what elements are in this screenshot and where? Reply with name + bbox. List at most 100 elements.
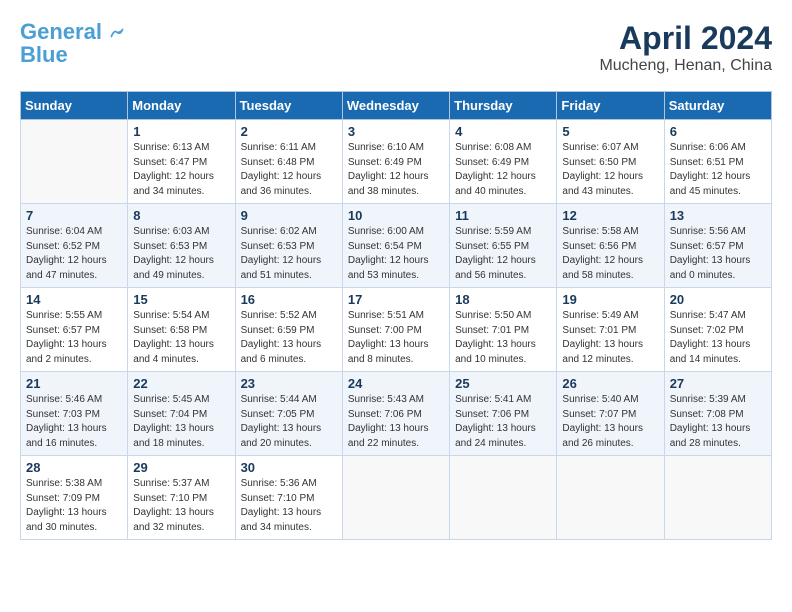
day-info: Sunrise: 6:11 AM Sunset: 6:48 PM Dayligh… — [241, 141, 337, 199]
day-info: Sunrise: 5:37 AM Sunset: 7:10 PM Dayligh… — [133, 477, 229, 535]
day-info: Sunrise: 5:54 AM Sunset: 6:58 PM Dayligh… — [133, 309, 229, 367]
day-number: 21 — [26, 376, 122, 391]
day-info: Sunrise: 6:06 AM Sunset: 6:51 PM Dayligh… — [670, 141, 766, 199]
calendar-cell: 11 Sunrise: 5:59 AM Sunset: 6:55 PM Dayli… — [450, 204, 557, 288]
calendar-cell: 7Sunrise: 6:04 AM Sunset: 6:52 PM Daylig… — [21, 204, 128, 288]
day-info: Sunrise: 5:43 AM Sunset: 7:06 PM Dayligh… — [348, 393, 444, 451]
day-number: 24 — [348, 376, 444, 391]
calendar-cell: 27 Sunrise: 5:39 AM Sunset: 7:08 PM Dayli… — [664, 372, 771, 456]
day-info: Sunrise: 5:46 AM Sunset: 7:03 PM Dayligh… — [26, 393, 122, 451]
calendar-cell: 9Sunrise: 6:02 AM Sunset: 6:53 PM Daylig… — [235, 204, 342, 288]
day-info: Sunrise: 6:08 AM Sunset: 6:49 PM Dayligh… — [455, 141, 551, 199]
day-number: 6 — [670, 124, 766, 139]
calendar-cell: 29 Sunrise: 5:37 AM Sunset: 7:10 PM Dayli… — [128, 456, 235, 540]
day-info: Sunrise: 6:00 AM Sunset: 6:54 PM Dayligh… — [348, 225, 444, 283]
header-friday: Friday — [557, 92, 664, 120]
day-number: 25 — [455, 376, 551, 391]
title-block: April 2024 Mucheng, Henan, China — [599, 20, 772, 75]
day-info: Sunrise: 6:10 AM Sunset: 6:49 PM Dayligh… — [348, 141, 444, 199]
calendar-week-row: 21 Sunrise: 5:46 AM Sunset: 7:03 PM Dayli… — [21, 372, 772, 456]
day-info: Sunrise: 6:02 AM Sunset: 6:53 PM Dayligh… — [241, 225, 337, 283]
calendar-cell: 26 Sunrise: 5:40 AM Sunset: 7:07 PM Dayli… — [557, 372, 664, 456]
day-number: 4 — [455, 124, 551, 139]
day-info: Sunrise: 5:55 AM Sunset: 6:57 PM Dayligh… — [26, 309, 122, 367]
calendar-cell — [664, 456, 771, 540]
day-info: Sunrise: 5:59 AM Sunset: 6:55 PM Dayligh… — [455, 225, 551, 283]
calendar-cell: 25 Sunrise: 5:41 AM Sunset: 7:06 PM Dayli… — [450, 372, 557, 456]
day-number: 17 — [348, 292, 444, 307]
calendar-cell: 19Sunrise: 5:49 AM Sunset: 7:01 PM Dayli… — [557, 288, 664, 372]
calendar-table: SundayMondayTuesdayWednesdayThursdayFrid… — [20, 91, 772, 540]
calendar-cell: 2 Sunrise: 6:11 AM Sunset: 6:48 PM Daylig… — [235, 120, 342, 204]
day-info: Sunrise: 5:41 AM Sunset: 7:06 PM Dayligh… — [455, 393, 551, 451]
day-number: 30 — [241, 460, 337, 475]
calendar-cell: 28Sunrise: 5:38 AM Sunset: 7:09 PM Dayli… — [21, 456, 128, 540]
day-number: 19 — [562, 292, 658, 307]
day-number: 29 — [133, 460, 229, 475]
calendar-cell: 10Sunrise: 6:00 AM Sunset: 6:54 PM Dayli… — [342, 204, 449, 288]
day-info: Sunrise: 5:39 AM Sunset: 7:08 PM Dayligh… — [670, 393, 766, 451]
calendar-cell: 30 Sunrise: 5:36 AM Sunset: 7:10 PM Dayli… — [235, 456, 342, 540]
calendar-cell: 15 Sunrise: 5:54 AM Sunset: 6:58 PM Dayli… — [128, 288, 235, 372]
day-info: Sunrise: 6:04 AM Sunset: 6:52 PM Dayligh… — [26, 225, 122, 283]
location: Mucheng, Henan, China — [599, 57, 772, 75]
day-number: 26 — [562, 376, 658, 391]
day-number: 2 — [241, 124, 337, 139]
calendar-week-row: 1Sunrise: 6:13 AM Sunset: 6:47 PM Daylig… — [21, 120, 772, 204]
day-number: 27 — [670, 376, 766, 391]
day-number: 14 — [26, 292, 122, 307]
page-header: General Blue April 2024 Mucheng, Henan, … — [20, 20, 772, 75]
header-thursday: Thursday — [450, 92, 557, 120]
logo-line2: Blue — [20, 44, 68, 66]
calendar-cell: 17Sunrise: 5:51 AM Sunset: 7:00 PM Dayli… — [342, 288, 449, 372]
day-info: Sunrise: 5:52 AM Sunset: 6:59 PM Dayligh… — [241, 309, 337, 367]
calendar-week-row: 14 Sunrise: 5:55 AM Sunset: 6:57 PM Dayli… — [21, 288, 772, 372]
header-monday: Monday — [128, 92, 235, 120]
day-info: Sunrise: 6:13 AM Sunset: 6:47 PM Dayligh… — [133, 141, 229, 199]
calendar-cell — [342, 456, 449, 540]
day-info: Sunrise: 5:45 AM Sunset: 7:04 PM Dayligh… — [133, 393, 229, 451]
calendar-cell: 3 Sunrise: 6:10 AM Sunset: 6:49 PM Daylig… — [342, 120, 449, 204]
day-number: 23 — [241, 376, 337, 391]
day-number: 20 — [670, 292, 766, 307]
calendar-cell: 6 Sunrise: 6:06 AM Sunset: 6:51 PM Daylig… — [664, 120, 771, 204]
day-info: Sunrise: 5:40 AM Sunset: 7:07 PM Dayligh… — [562, 393, 658, 451]
header-sunday: Sunday — [21, 92, 128, 120]
day-info: Sunrise: 5:58 AM Sunset: 6:56 PM Dayligh… — [562, 225, 658, 283]
calendar-week-row: 28Sunrise: 5:38 AM Sunset: 7:09 PM Dayli… — [21, 456, 772, 540]
day-number: 18 — [455, 292, 551, 307]
day-number: 5 — [562, 124, 658, 139]
day-info: Sunrise: 5:36 AM Sunset: 7:10 PM Dayligh… — [241, 477, 337, 535]
calendar-cell: 5Sunrise: 6:07 AM Sunset: 6:50 PM Daylig… — [557, 120, 664, 204]
calendar-cell: 18 Sunrise: 5:50 AM Sunset: 7:01 PM Dayli… — [450, 288, 557, 372]
day-number: 15 — [133, 292, 229, 307]
day-number: 3 — [348, 124, 444, 139]
calendar-week-row: 7Sunrise: 6:04 AM Sunset: 6:52 PM Daylig… — [21, 204, 772, 288]
calendar-cell: 22 Sunrise: 5:45 AM Sunset: 7:04 PM Dayli… — [128, 372, 235, 456]
day-info: Sunrise: 5:44 AM Sunset: 7:05 PM Dayligh… — [241, 393, 337, 451]
calendar-header-row: SundayMondayTuesdayWednesdayThursdayFrid… — [21, 92, 772, 120]
calendar-cell: 20 Sunrise: 5:47 AM Sunset: 7:02 PM Dayli… — [664, 288, 771, 372]
day-info: Sunrise: 5:50 AM Sunset: 7:01 PM Dayligh… — [455, 309, 551, 367]
header-wednesday: Wednesday — [342, 92, 449, 120]
calendar-cell: 14 Sunrise: 5:55 AM Sunset: 6:57 PM Dayli… — [21, 288, 128, 372]
calendar-cell — [450, 456, 557, 540]
day-number: 22 — [133, 376, 229, 391]
day-number: 8 — [133, 208, 229, 223]
calendar-cell: 12Sunrise: 5:58 AM Sunset: 6:56 PM Dayli… — [557, 204, 664, 288]
calendar-cell: 23 Sunrise: 5:44 AM Sunset: 7:05 PM Dayli… — [235, 372, 342, 456]
header-saturday: Saturday — [664, 92, 771, 120]
calendar-cell — [21, 120, 128, 204]
header-tuesday: Tuesday — [235, 92, 342, 120]
logo-icon — [110, 26, 124, 40]
logo-text: General — [20, 20, 124, 44]
day-info: Sunrise: 5:56 AM Sunset: 6:57 PM Dayligh… — [670, 225, 766, 283]
calendar-cell: 8 Sunrise: 6:03 AM Sunset: 6:53 PM Daylig… — [128, 204, 235, 288]
calendar-cell: 24 Sunrise: 5:43 AM Sunset: 7:06 PM Dayli… — [342, 372, 449, 456]
day-info: Sunrise: 6:03 AM Sunset: 6:53 PM Dayligh… — [133, 225, 229, 283]
day-number: 11 — [455, 208, 551, 223]
month-year: April 2024 — [599, 20, 772, 57]
day-number: 28 — [26, 460, 122, 475]
day-info: Sunrise: 5:47 AM Sunset: 7:02 PM Dayligh… — [670, 309, 766, 367]
calendar-cell: 21 Sunrise: 5:46 AM Sunset: 7:03 PM Dayli… — [21, 372, 128, 456]
